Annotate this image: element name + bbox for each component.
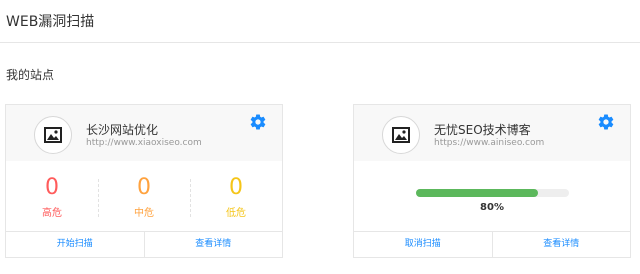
start-scan-button[interactable]: 开始扫描 [6,232,144,257]
scan-progress-bar [416,189,569,197]
view-details-button[interactable]: 查看详情 [491,232,631,257]
scan-progress-fill [416,189,539,197]
site-card: 长沙网站优化 http://www.xiaoxiseo.com 0 高危 0 中… [5,104,283,258]
site-url: https://www.ainiseo.com [434,138,545,148]
site-card-header: 长沙网站优化 http://www.xiaoxiseo.com [6,105,282,161]
stat-low-count: 0 [229,175,243,200]
site-card-actions: 取消扫描 查看详情 [354,231,630,257]
view-details-button[interactable]: 查看详情 [143,232,283,257]
gear-icon[interactable] [249,113,267,131]
stat-high-count: 0 [45,175,59,200]
stat-medium: 0 中危 [98,173,190,221]
site-name: 无忧SEO技术博客 [434,123,531,137]
image-icon [44,127,62,143]
site-card-header: 无忧SEO技术博客 https://www.ainiseo.com [354,105,630,161]
site-url: http://www.xiaoxiseo.com [86,138,202,148]
site-name: 长沙网站优化 [86,123,159,137]
site-card-actions: 开始扫描 查看详情 [6,231,282,257]
site-card: 无忧SEO技术博客 https://www.ainiseo.com 80% 取消… [353,104,631,258]
stat-high: 0 高危 [6,173,98,221]
page-title: WEB漏洞扫描 [6,14,95,30]
site-avatar [34,116,72,154]
gear-icon[interactable] [597,113,615,131]
stat-low-label: 低危 [226,208,246,219]
vulnerability-stats: 0 高危 0 中危 0 低危 [6,173,282,221]
section-title: 我的站点 [6,68,55,82]
cancel-scan-button[interactable]: 取消扫描 [354,232,492,257]
site-avatar [382,116,420,154]
stat-medium-label: 中危 [134,208,154,219]
title-divider [0,42,640,43]
image-icon [392,127,410,143]
stat-medium-count: 0 [137,175,151,200]
scan-progress-label: 80% [480,202,504,213]
stat-low: 0 低危 [190,173,282,221]
stat-high-label: 高危 [42,208,62,219]
